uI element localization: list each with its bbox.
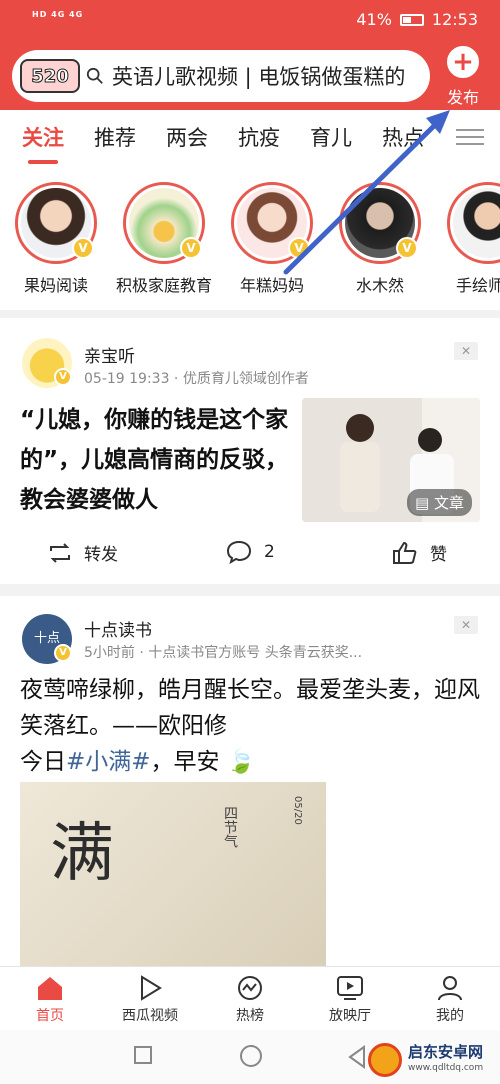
post-text-poem: 夜莺啼绿柳，皓月醒长空。最爱垄头麦，迎风笑落红。——欧阳修 [20,677,480,739]
nav-home[interactable]: 首页 [0,967,100,1030]
author-name[interactable]: 亲宝听 [84,342,135,367]
like-button[interactable]: 赞 [392,540,447,565]
search-icon [86,67,103,84]
tab-anti-epidemic[interactable]: 抗疫 [238,122,280,152]
post-image[interactable]: 满 四节气 05/20 [20,782,326,966]
top-header: HD 4G 4G 41% 12:53 520 英语儿歌视频 | 电饭锅做蛋糕的 … [0,0,500,110]
story-name: 水木然 [355,276,404,295]
post-text[interactable]: 夜莺啼绿柳，皓月醒长空。最爱垄头麦，迎风笑落红。——欧阳修 今日#小满#，早安 … [20,672,490,780]
trending-icon [238,976,262,1000]
post-actions: 转发 2 赞 [0,536,500,570]
publish-label: 发布 [446,88,479,107]
avatar: V [447,182,500,264]
battery-percent: 41% [356,10,392,29]
recents-button[interactable] [134,1046,152,1064]
avatar: V [339,182,421,264]
watermark-name: 启东安卓网 [408,1043,484,1061]
status-bar: HD 4G 4G 41% 12:53 [0,0,500,40]
story-name: 年糕妈妈 [239,276,304,295]
hashtag-link[interactable]: #小满# [66,749,151,775]
repost-icon [50,542,70,563]
tab-parenting[interactable]: 育儿 [310,122,352,152]
tab-hot[interactable]: 热点 [382,122,424,152]
post-text-prefix: 今日 [20,749,66,775]
play-icon [141,975,162,1001]
tab-recommend[interactable]: 推荐 [94,122,136,152]
theater-icon [337,976,363,1000]
comment-icon [226,540,252,564]
story-item[interactable]: V 积极家庭教育 [114,182,214,296]
story-name: 积极家庭教育 [115,276,212,295]
post-title[interactable]: “儿媳，你赚的钱是这个家的”，儿媳高情商的反驳，教会婆婆做人 [20,400,290,520]
thumbs-up-icon [393,541,417,564]
post-text-suffix: ，早安 🍃 [150,749,256,775]
verified-icon: V [288,237,310,259]
signal-indicators: HD 4G 4G [32,10,84,19]
back-button[interactable] [346,1045,368,1069]
verified-icon: V [54,644,72,662]
feed-card[interactable]: 十点 V 十点读书 5小时前 · 十点读书官方账号 头条青云获奖... ✕ 夜莺… [0,596,500,966]
avatar: V [123,182,205,264]
repost-button[interactable]: 转发 [48,540,118,565]
post-thumbnail[interactable]: ▤ 文章 [302,398,480,522]
home-icon [38,977,62,1000]
feed-card[interactable]: V 亲宝听 05-19 19:33 · 优质育儿领域创作者 ✕ “儿媳，你赚的钱… [0,318,500,584]
avatar[interactable]: 十点 V [22,614,72,664]
story-item[interactable]: V 果妈阅读 [6,182,106,296]
article-tag: ▤ 文章 [407,489,472,516]
clock: 12:53 [431,10,478,29]
dismiss-icon[interactable]: ✕ [454,616,478,634]
avatar-logo-text: 十点 [33,631,60,646]
publish-button[interactable]: + 发布 [438,46,488,108]
category-tabs: 关注 推荐 两会 抗疫 育儿 热点 [0,110,500,164]
search-bar[interactable]: 520 英语儿歌视频 | 电饭锅做蛋糕的 [12,50,430,102]
image-side-text: 四节气 [222,806,238,848]
nav-theater[interactable]: 放映厅 [300,967,400,1030]
verified-icon: V [54,368,72,386]
watermark-url: www.qdltdq.com [408,1063,484,1073]
verified-icon: V [72,237,94,259]
image-calligraphy: 满 [50,817,114,891]
dismiss-icon[interactable]: ✕ [454,342,478,360]
post-meta: 5小时前 · 十点读书官方账号 头条青云获奖... [84,645,363,661]
tab-two-sessions[interactable]: 两会 [166,122,208,152]
verified-icon: V [180,237,202,259]
home-button[interactable] [240,1045,262,1067]
followed-accounts-row: V 果妈阅读 V 积极家庭教育 V 年糕妈妈 V 水木然 V 手绘师才 [0,164,500,310]
user-icon [438,976,462,1001]
nav-xigua-video[interactable]: 西瓜视频 [100,967,200,1030]
nav-profile[interactable]: 我的 [400,967,500,1030]
comment-button[interactable]: 2 [226,540,275,564]
story-item[interactable]: V 年糕妈妈 [222,182,322,296]
nav-hot-list[interactable]: 热榜 [200,967,300,1030]
avatar[interactable]: V [22,338,72,388]
author-name[interactable]: 十点读书 [84,616,152,641]
search-query[interactable]: 英语儿歌视频 | 电饭锅做蛋糕的 [112,61,422,91]
avatar: V [231,182,313,264]
520-badge-icon[interactable]: 520 [20,59,80,93]
watermark: 启东安卓网 www.qdltdq.com [368,1040,498,1080]
post-meta: 05-19 19:33 · 优质育儿领域创作者 [84,371,309,387]
plus-icon: + [447,46,479,78]
battery-icon [399,13,424,26]
bottom-navigation: 首页 西瓜视频 热榜 放映厅 我的 [0,966,500,1030]
menu-icon[interactable] [456,124,484,150]
story-item[interactable]: V 水木然 [330,182,430,296]
story-item[interactable]: V 手绘师才 [438,182,500,296]
avatar: V [15,182,97,264]
story-name: 果妈阅读 [23,276,88,295]
tab-follow[interactable]: 关注 [22,122,64,164]
image-date: 05/20 [292,796,303,825]
watermark-logo-icon [368,1043,402,1077]
story-name: 手绘师才 [455,276,500,295]
verified-icon: V [396,237,418,259]
